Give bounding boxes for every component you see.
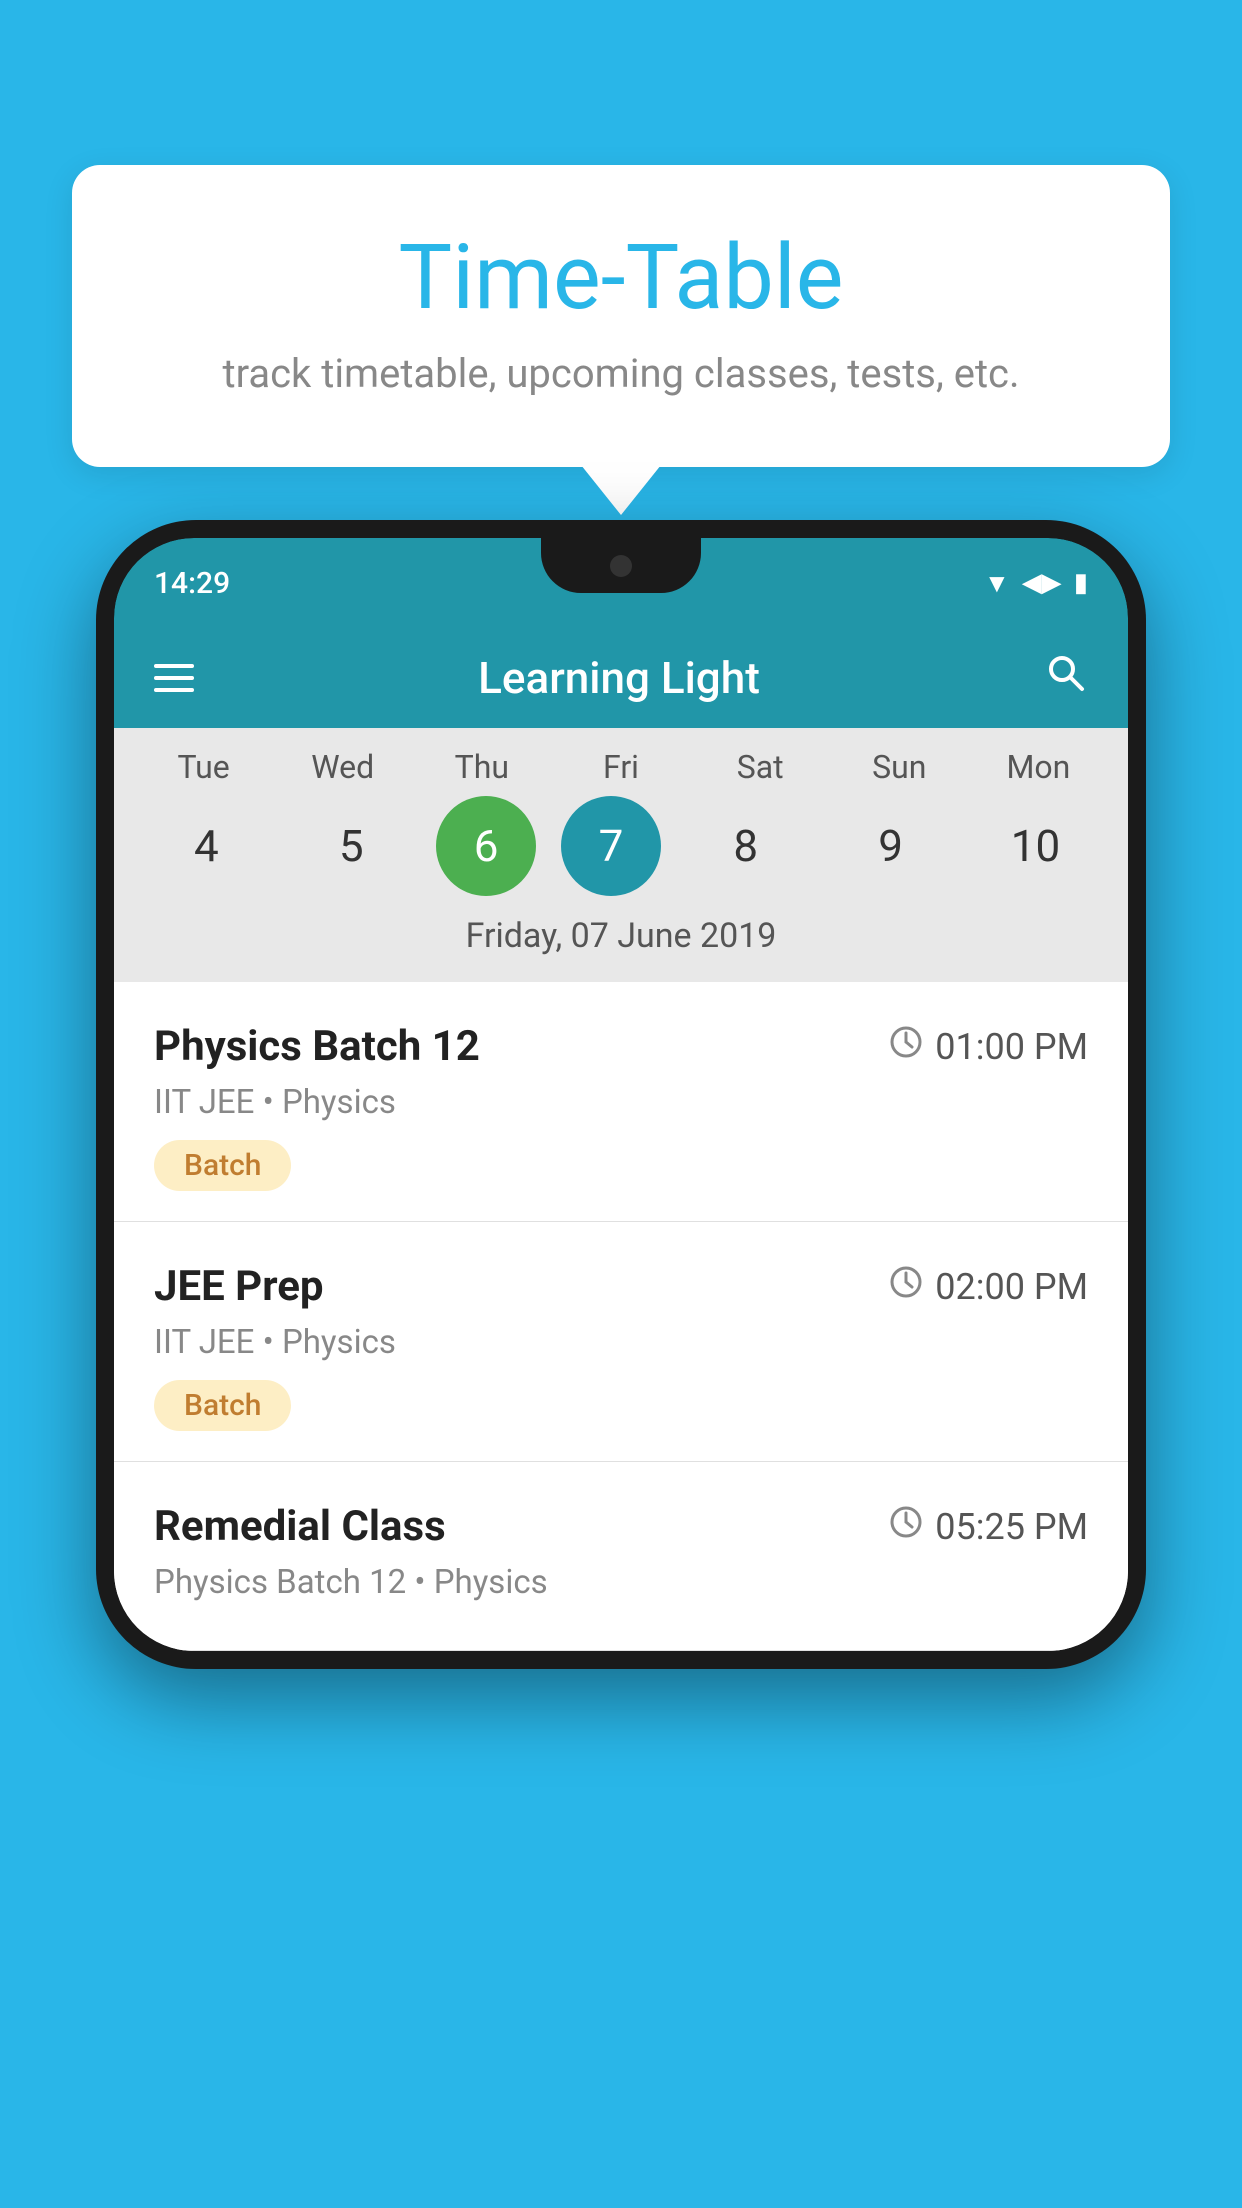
item-1-subtitle: IIT JEE • Physics	[154, 1083, 1088, 1122]
menu-button[interactable]	[154, 664, 194, 692]
day-label-sat: Sat	[700, 748, 820, 786]
schedule-item-2[interactable]: JEE Prep 02:00 PM IIT JEE • Physics	[114, 1222, 1128, 1462]
item-3-subtitle: Physics Batch 12 • Physics	[154, 1563, 1088, 1602]
day-label-fri: Fri	[561, 748, 681, 786]
item-2-subtitle: IIT JEE • Physics	[154, 1323, 1088, 1362]
schedule-list: Physics Batch 12 01:00 PM IIT JEE • Phys…	[114, 982, 1128, 1651]
calendar-strip: Tue Wed Thu Fri Sat Sun Mon 4 5 6 7 8 9 …	[114, 728, 1128, 982]
day-label-mon: Mon	[978, 748, 1098, 786]
day-4[interactable]: 4	[146, 796, 266, 896]
item-2-title: JEE Prep	[154, 1262, 324, 1311]
clock-icon-3	[889, 1505, 923, 1548]
item-1-title: Physics Batch 12	[154, 1022, 480, 1071]
card-subtitle: track timetable, upcoming classes, tests…	[152, 350, 1090, 397]
bubble-tail	[581, 465, 661, 515]
intro-card: Time-Table track timetable, upcoming cla…	[72, 165, 1170, 467]
item-3-header: Remedial Class 05:25 PM	[154, 1502, 1088, 1551]
day-labels: Tue Wed Thu Fri Sat Sun Mon	[114, 748, 1128, 786]
day-label-thu: Thu	[422, 748, 542, 786]
day-label-wed: Wed	[283, 748, 403, 786]
item-2-badge: Batch	[154, 1380, 291, 1431]
day-10[interactable]: 10	[975, 796, 1095, 896]
card-title: Time-Table	[152, 225, 1090, 330]
status-bar: 14:29 ▼ ◀▶ ▮	[114, 538, 1128, 628]
status-icons: ▼ ◀▶ ▮	[984, 568, 1088, 599]
item-1-badge: Batch	[154, 1140, 291, 1191]
clock-icon-2	[889, 1265, 923, 1308]
item-2-time: 02:00 PM	[889, 1265, 1088, 1308]
day-label-sun: Sun	[839, 748, 959, 786]
item-1-time: 01:00 PM	[889, 1025, 1088, 1068]
day-9[interactable]: 9	[831, 796, 951, 896]
search-button[interactable]	[1044, 651, 1088, 706]
clock-icon-1	[889, 1025, 923, 1068]
camera	[610, 555, 632, 577]
selected-date: Friday, 07 June 2019	[114, 906, 1128, 972]
day-6-today[interactable]: 6	[436, 796, 536, 896]
schedule-item-1[interactable]: Physics Batch 12 01:00 PM IIT JEE • Phys…	[114, 982, 1128, 1222]
schedule-item-3[interactable]: Remedial Class 05:25 PM Physics Batch 12…	[114, 1462, 1128, 1651]
day-label-tue: Tue	[144, 748, 264, 786]
item-2-time-text: 02:00 PM	[935, 1266, 1088, 1308]
item-3-time: 05:25 PM	[889, 1505, 1088, 1548]
day-5[interactable]: 5	[291, 796, 411, 896]
item-1-time-text: 01:00 PM	[935, 1026, 1088, 1068]
battery-icon: ▮	[1074, 568, 1088, 598]
notch	[541, 538, 701, 593]
wifi-icon: ▼	[984, 568, 1010, 599]
phone-mockup: 14:29 ▼ ◀▶ ▮ Learning Light	[96, 520, 1146, 1669]
item-3-title: Remedial Class	[154, 1502, 446, 1551]
app-bar: Learning Light	[114, 628, 1128, 728]
item-3-time-text: 05:25 PM	[935, 1506, 1088, 1548]
app-title: Learning Light	[478, 652, 760, 704]
item-1-header: Physics Batch 12 01:00 PM	[154, 1022, 1088, 1071]
day-7-selected[interactable]: 7	[561, 796, 661, 896]
status-time: 14:29	[154, 566, 230, 601]
phone-inner: 14:29 ▼ ◀▶ ▮ Learning Light	[114, 538, 1128, 1651]
signal-icon: ◀▶	[1022, 568, 1062, 598]
day-numbers: 4 5 6 7 8 9 10	[114, 796, 1128, 896]
item-2-header: JEE Prep 02:00 PM	[154, 1262, 1088, 1311]
day-8[interactable]: 8	[686, 796, 806, 896]
